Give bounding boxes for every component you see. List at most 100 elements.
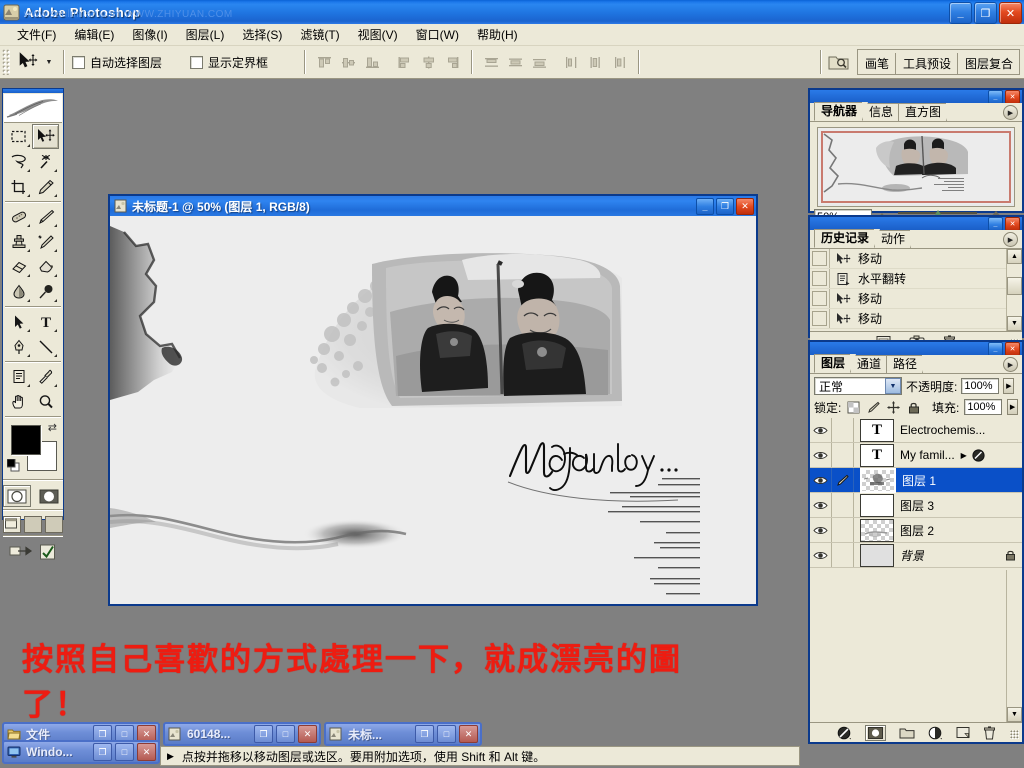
layer-thumbnail[interactable] <box>860 543 894 567</box>
hand-tool[interactable] <box>5 389 32 414</box>
menu-file[interactable]: 文件(F) <box>8 24 65 45</box>
jump-to-imageready-icon[interactable] <box>9 543 33 561</box>
taskwin-windows-maximize[interactable]: □ <box>115 743 134 761</box>
history-item[interactable]: 移动 <box>810 309 1022 329</box>
palette-well-brushes[interactable]: 画笔 <box>857 53 896 74</box>
layer-name[interactable]: Electrochemis... <box>900 423 985 437</box>
full-screen-with-menubar-button[interactable] <box>24 516 42 533</box>
layer-visibility-toggle[interactable] <box>810 443 832 467</box>
layers-resize-grip[interactable] <box>1010 730 1019 739</box>
standard-screen-mode-button[interactable] <box>3 516 21 533</box>
show-bounding-box-checkbox[interactable]: 显示定界框 <box>190 54 268 71</box>
navigator-thumbnail[interactable] <box>817 127 1015 207</box>
delete-layer-icon[interactable] <box>983 725 996 740</box>
close-button[interactable]: ✕ <box>999 2 1022 24</box>
marquee-tool[interactable] <box>5 124 32 149</box>
healing-brush-tool[interactable] <box>5 204 32 229</box>
new-adjustment-layer-icon[interactable] <box>928 726 943 740</box>
layer-visibility-toggle[interactable] <box>810 493 832 517</box>
history-brush-tool[interactable] <box>32 229 59 254</box>
palette-well-tool-presets[interactable]: 工具预设 <box>895 53 958 74</box>
distribute-right-edges-icon[interactable] <box>608 51 630 73</box>
layer-paint-indicator[interactable] <box>832 468 854 492</box>
layer-name[interactable]: My famil... <box>900 448 955 462</box>
table-row[interactable]: T Electrochemis... <box>810 418 1022 443</box>
align-right-edges-icon[interactable] <box>441 51 463 73</box>
blend-mode-select[interactable]: 正常 ▼ <box>814 377 902 395</box>
navigator-minimize-button[interactable]: _ <box>988 90 1003 104</box>
align-left-edges-icon[interactable] <box>393 51 415 73</box>
magic-wand-tool[interactable] <box>32 149 59 174</box>
layer-visibility-toggle[interactable] <box>810 518 832 542</box>
layer-mask-icon[interactable] <box>864 724 886 741</box>
distribute-left-edges-icon[interactable] <box>560 51 582 73</box>
palette-menu-icon[interactable]: ▶ <box>1003 105 1018 120</box>
taskwin-untitled-maximize[interactable]: □ <box>437 725 456 743</box>
distribute-horizontal-centers-icon[interactable] <box>584 51 606 73</box>
new-group-icon[interactable] <box>899 726 915 739</box>
auto-select-layer-checkbox[interactable]: 自动选择图层 <box>72 54 162 71</box>
history-snapshot-checkbox[interactable] <box>810 269 830 288</box>
tab-history[interactable]: 历史记录 <box>814 229 881 248</box>
quick-mask-mode-button[interactable] <box>35 485 63 507</box>
document-close-button[interactable]: ✕ <box>736 198 754 215</box>
tab-layers[interactable]: 图层 <box>814 354 857 373</box>
table-row[interactable]: 背景 <box>810 543 1022 568</box>
layers-palette-menu-icon[interactable]: ▶ <box>1003 357 1018 372</box>
toolbox-drag-handle[interactable] <box>3 89 63 93</box>
jump-to-edit-icon[interactable] <box>39 543 57 561</box>
taskwin-untitled-close[interactable]: ✕ <box>459 725 478 743</box>
canvas[interactable] <box>110 216 756 604</box>
opacity-stepper[interactable]: ▶ <box>1003 378 1015 394</box>
history-item[interactable]: 移动 <box>810 289 1022 309</box>
layer-thumbnail[interactable] <box>860 518 894 542</box>
gradient-tool[interactable] <box>32 254 59 279</box>
align-horizontal-centers-icon[interactable] <box>417 51 439 73</box>
layer-style-icon[interactable] <box>837 726 852 740</box>
menu-image[interactable]: 图像(I) <box>123 24 176 45</box>
table-row[interactable]: T My famil... ▶ <box>810 443 1022 468</box>
menu-help[interactable]: 帮助(H) <box>468 24 527 45</box>
taskwin-untitled-restore[interactable]: ❐ <box>415 725 434 743</box>
default-colors-icon[interactable] <box>7 459 20 472</box>
taskwin-60148-restore[interactable]: ❐ <box>254 725 273 743</box>
new-layer-icon[interactable] <box>956 726 970 739</box>
align-vertical-centers-icon[interactable] <box>337 51 359 73</box>
distribute-vertical-centers-icon[interactable] <box>504 51 526 73</box>
taskwin-untitled[interactable]: 未标... ❐ □ ✕ <box>324 722 482 746</box>
minimize-button[interactable]: _ <box>949 2 972 24</box>
auto-select-layer-checkbox-box[interactable] <box>72 55 85 69</box>
layer-thumbnail[interactable]: T <box>860 443 894 467</box>
fill-input[interactable]: 100% <box>964 399 1003 415</box>
document-maximize-button[interactable]: ❐ <box>716 198 734 215</box>
history-item[interactable]: 水平翻转 <box>810 269 1022 289</box>
layer-name[interactable]: 图层 1 <box>902 472 936 489</box>
distribute-bottom-edges-icon[interactable] <box>528 51 550 73</box>
table-row[interactable]: 图层 1 <box>810 467 1022 493</box>
layer-visibility-toggle[interactable] <box>810 468 832 492</box>
dodge-tool[interactable] <box>32 279 59 304</box>
path-selection-tool[interactable] <box>5 309 32 334</box>
line-tool[interactable] <box>32 334 59 359</box>
move-tool-icon[interactable] <box>13 49 43 75</box>
taskwin-windows[interactable]: Windo... ❐ □ ✕ <box>2 740 160 764</box>
layer-name[interactable]: 图层 3 <box>900 497 934 514</box>
distribute-top-edges-icon[interactable] <box>480 51 502 73</box>
layer-link-toggle[interactable] <box>832 493 854 517</box>
file-browser-icon[interactable] <box>827 51 851 73</box>
layers-minimize-button[interactable]: _ <box>988 342 1003 356</box>
tool-preset-chevron-down-icon[interactable]: ▼ <box>43 49 55 75</box>
tab-navigator[interactable]: 导航器 <box>814 102 869 121</box>
opacity-input[interactable]: 100% <box>961 378 1000 394</box>
layer-link-toggle[interactable] <box>832 518 854 542</box>
menu-view[interactable]: 视图(V) <box>349 24 407 45</box>
layer-visibility-toggle[interactable] <box>810 543 832 567</box>
layer-visibility-toggle[interactable] <box>810 418 832 442</box>
menu-select[interactable]: 选择(S) <box>233 24 291 45</box>
foreground-color-swatch[interactable] <box>11 425 41 455</box>
history-scrollbar[interactable]: ▲ ▼ <box>1006 249 1022 331</box>
menu-filter[interactable]: 滤镜(T) <box>291 24 348 45</box>
taskwin-windows-close[interactable]: ✕ <box>137 743 156 761</box>
clone-stamp-tool[interactable] <box>5 229 32 254</box>
align-bottom-edges-icon[interactable] <box>361 51 383 73</box>
